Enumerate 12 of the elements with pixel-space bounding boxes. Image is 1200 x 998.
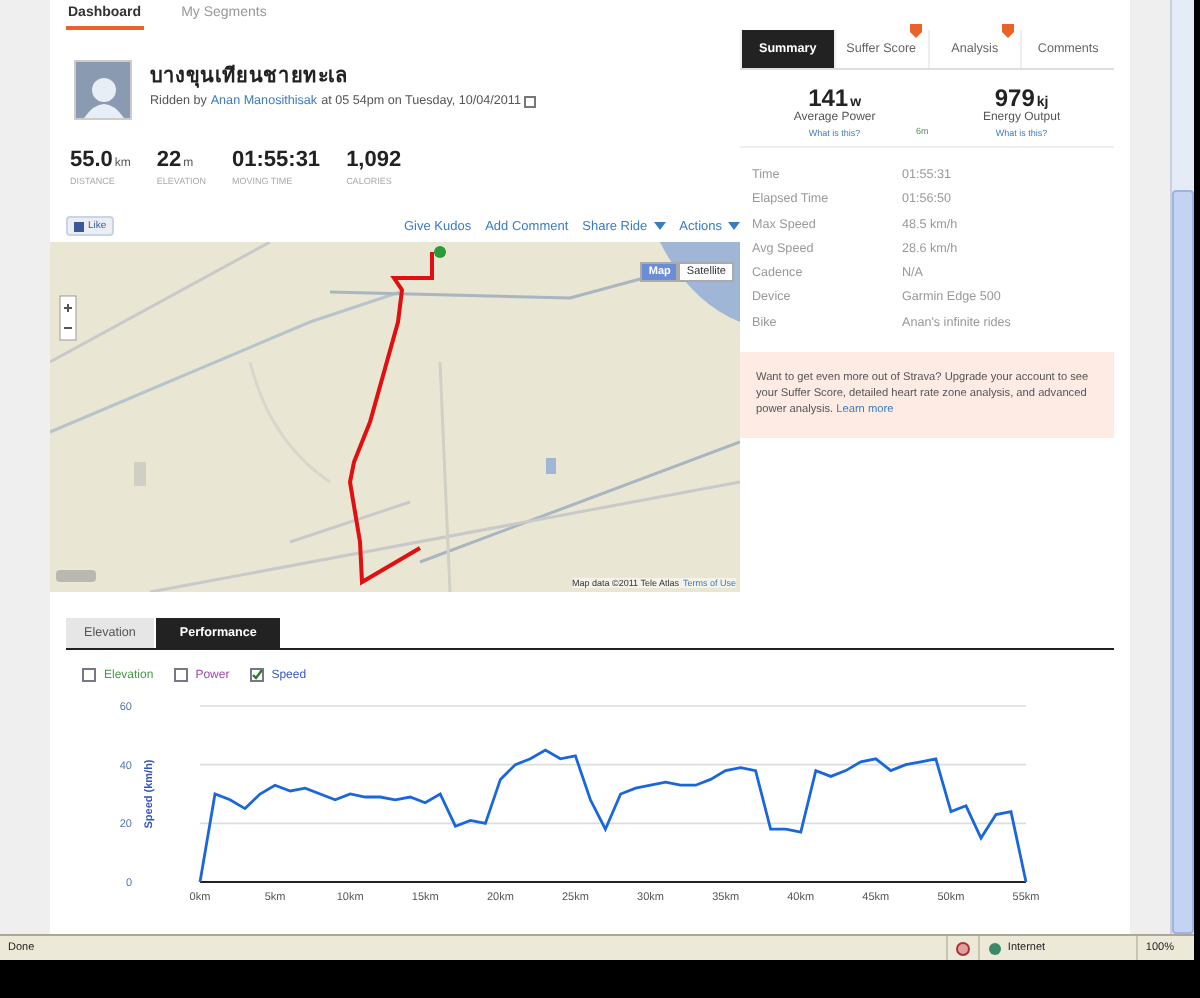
checkbox[interactable]	[82, 668, 96, 682]
calendar-icon[interactable]	[524, 95, 537, 107]
privacy-icon[interactable]	[955, 941, 970, 955]
scrollbar[interactable]	[1170, 0, 1194, 934]
globe-icon	[987, 941, 1002, 955]
zoom-control-icon[interactable]	[59, 295, 77, 341]
stat-value: 01:55:31	[232, 148, 321, 172]
avatar-silhouette	[74, 60, 132, 120]
checkbox[interactable]	[249, 668, 264, 682]
checkbox[interactable]	[173, 668, 188, 682]
stat-value: 1,092	[346, 148, 402, 172]
activity-title: บางขุนเทียนชายทะเล	[150, 62, 350, 90]
